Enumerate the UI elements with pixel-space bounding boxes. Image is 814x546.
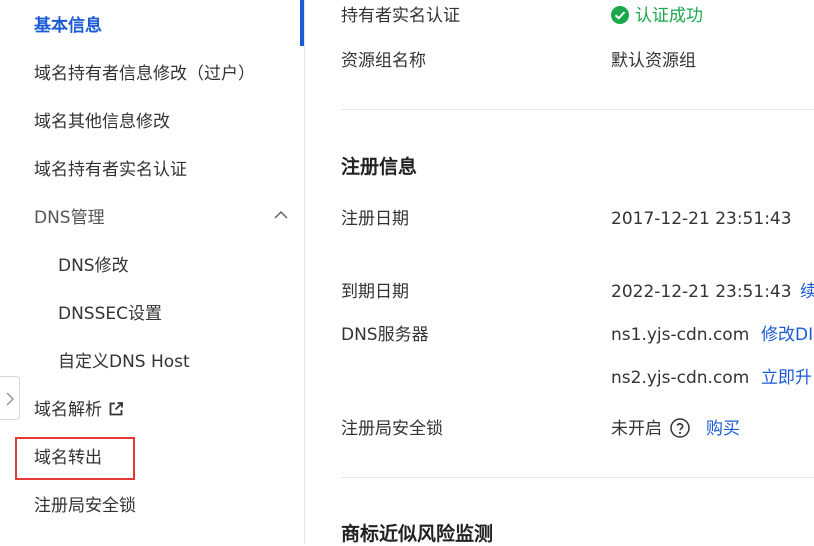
- resource-group-value: 默认资源组: [611, 51, 696, 71]
- registration-section-title: 注册信息: [341, 156, 418, 178]
- ns1-value: ns1.yjs-cdn.com: [611, 325, 750, 345]
- sidebar-item-label: 域名解析: [34, 400, 102, 420]
- sidebar-item-basic-info[interactable]: 基本信息: [34, 14, 102, 38]
- reg-date-label: 注册日期: [341, 209, 409, 229]
- realname-label: 持有者实名认证: [341, 6, 460, 26]
- active-indicator: [300, 0, 304, 46]
- reg-date-value: 2017-12-21 23:51:43: [611, 209, 792, 229]
- section-divider: [341, 477, 814, 478]
- sidebar-item-custom-dns-host[interactable]: 自定义DNS Host: [58, 350, 190, 374]
- resource-group-label: 资源组名称: [341, 51, 426, 71]
- buy-link[interactable]: 购买: [706, 417, 740, 441]
- registry-lock-status: 未开启: [611, 417, 690, 441]
- dns-server-label: DNS服务器: [341, 325, 429, 345]
- sidebar-item-holder-transfer[interactable]: 域名持有者信息修改（过户）: [34, 62, 255, 86]
- sidebar-item-registry-lock[interactable]: 注册局安全锁: [34, 494, 136, 518]
- sidebar-item-other-info[interactable]: 域名其他信息修改: [34, 110, 170, 134]
- sidebar-group-dns[interactable]: DNS管理: [34, 206, 105, 230]
- chevron-up-icon[interactable]: [272, 206, 290, 224]
- renew-link[interactable]: 续: [800, 280, 814, 304]
- sidebar-item-dns-modify[interactable]: DNS修改: [58, 254, 129, 278]
- realname-status-text: 认证成功: [635, 6, 703, 26]
- registry-lock-status-text: 未开启: [611, 419, 662, 439]
- help-icon[interactable]: [670, 418, 690, 438]
- trademark-section-title: 商标近似风险监测: [341, 523, 494, 545]
- exp-date-value: 2022-12-21 23:51:43: [611, 282, 792, 302]
- realname-status: 认证成功: [611, 4, 703, 28]
- sidebar-item-realname[interactable]: 域名持有者实名认证: [34, 158, 187, 182]
- modify-dns-link[interactable]: 修改DI: [761, 323, 813, 347]
- sidebar-item-dns-resolve[interactable]: 域名解析: [34, 398, 124, 422]
- section-divider: [341, 109, 814, 110]
- sidebar-item-dnssec[interactable]: DNSSEC设置: [58, 302, 162, 326]
- registry-lock-label: 注册局安全锁: [341, 419, 443, 439]
- check-circle-icon: [611, 6, 629, 24]
- ns2-value: ns2.yjs-cdn.com: [611, 368, 750, 388]
- chevron-right-icon: [6, 392, 15, 406]
- upgrade-link[interactable]: 立即升: [761, 366, 812, 390]
- external-link-icon: [109, 402, 123, 416]
- exp-date-label: 到期日期: [341, 282, 409, 302]
- sidebar-collapse-toggle[interactable]: [0, 376, 20, 420]
- highlight-box: [15, 437, 135, 480]
